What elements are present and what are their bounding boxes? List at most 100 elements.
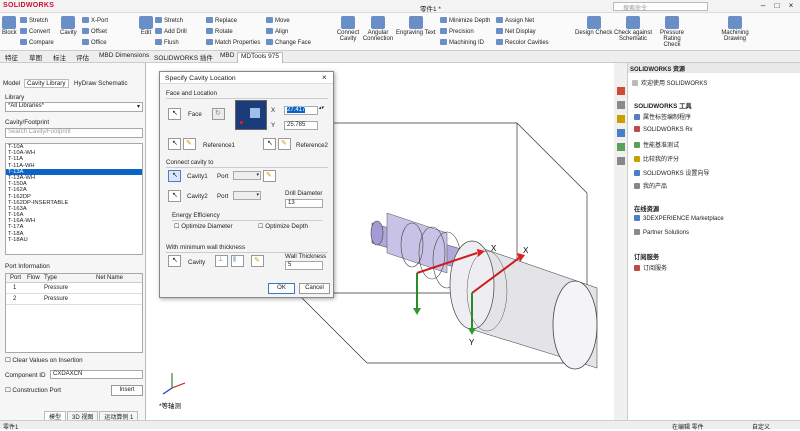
recolor-cavities-button[interactable]: Recolor Cavities bbox=[496, 39, 549, 46]
precision-button[interactable]: Precision bbox=[440, 28, 474, 35]
tab-mbd[interactable]: MBD bbox=[217, 52, 237, 59]
optimize-diameter-checkbox[interactable]: ☐ Optimize Diameter bbox=[174, 223, 233, 230]
port1-select[interactable]: ▾ bbox=[233, 171, 261, 180]
component-id-input[interactable]: CXDAXCN bbox=[50, 370, 143, 379]
check-schematic-button[interactable]: Check against Schematic bbox=[613, 16, 653, 42]
reference1-select-button[interactable]: ↖ bbox=[168, 138, 181, 150]
connect-cavity-button[interactable]: Connect Cavity bbox=[335, 16, 361, 42]
xport-button[interactable]: X-Port bbox=[82, 17, 108, 24]
welcome-link[interactable]: 欢迎使用 SOLIDWORKS bbox=[632, 78, 707, 87]
close-icon[interactable]: × bbox=[322, 73, 327, 82]
tab-evaluate[interactable]: 评估 bbox=[73, 52, 92, 62]
tab-addins[interactable]: SOLIDWORKS 插件 bbox=[151, 52, 216, 62]
cavity-button[interactable]: Cavity bbox=[60, 16, 77, 36]
drill-diameter-input[interactable]: 13 bbox=[285, 199, 323, 208]
match-properties-button[interactable]: Match Properties bbox=[206, 39, 260, 46]
stretch-button[interactable]: Stretch bbox=[20, 17, 48, 24]
change-face-button[interactable]: Change Face bbox=[266, 39, 311, 46]
command-search-input[interactable]: 搜索命令 bbox=[613, 2, 708, 12]
tool-link[interactable]: 属性标签编制程序 bbox=[634, 112, 691, 121]
move-button[interactable]: Move bbox=[266, 17, 290, 24]
reference1-pin-button[interactable]: ✎ bbox=[183, 138, 196, 150]
pressure-rating-button[interactable]: Pressure Rating Check bbox=[654, 16, 690, 48]
tool-link[interactable]: 比较我的评分 bbox=[634, 154, 679, 163]
table-row-type[interactable]: Pressure bbox=[44, 296, 68, 302]
tab-mdtools[interactable]: MDTools 975 bbox=[237, 52, 283, 63]
maximize-icon[interactable]: □ bbox=[770, 1, 784, 10]
face-select-button[interactable]: ↖ bbox=[168, 108, 181, 120]
tab-features[interactable]: 特征 bbox=[2, 52, 21, 62]
subtab-model[interactable]: Model bbox=[3, 80, 20, 87]
col-flow: Flow bbox=[27, 275, 40, 281]
cancel-button[interactable]: Cancel bbox=[299, 283, 330, 294]
status-custom[interactable]: 自定义 bbox=[752, 422, 770, 431]
port2-select[interactable]: ▾ bbox=[233, 191, 261, 200]
cavity1-pin-button[interactable]: ✎ bbox=[263, 170, 276, 182]
tool-link[interactable]: 我的产品 bbox=[634, 181, 667, 190]
offset-button[interactable]: Offset bbox=[82, 28, 107, 35]
online-link[interactable]: 3DEXPERIENCE Marketplace bbox=[634, 215, 724, 222]
reference2-select-button[interactable]: ↖ bbox=[263, 138, 276, 150]
file-explorer-icon[interactable] bbox=[617, 115, 625, 123]
x-spinner[interactable]: ▴▾ bbox=[319, 105, 324, 111]
tab-sketch[interactable]: 草图 bbox=[26, 52, 45, 62]
compare-button[interactable]: Compare bbox=[20, 39, 54, 46]
col-net-name: Net Name bbox=[96, 275, 124, 281]
wall-option2-button[interactable]: ⫼ bbox=[231, 255, 244, 267]
machining-id-button[interactable]: Machining ID bbox=[440, 39, 484, 46]
library-select[interactable]: *All Libraries* ▾ bbox=[5, 102, 143, 112]
tool-link[interactable]: SOLIDWORKS Rx bbox=[634, 126, 693, 133]
subscription-link[interactable]: 订阅服务 bbox=[634, 263, 667, 272]
wall-cavity-select-button[interactable]: ↖ bbox=[168, 255, 181, 267]
replace-button[interactable]: Replace bbox=[206, 17, 237, 24]
cavity-search-input[interactable]: Search Cavity/Footprint bbox=[5, 128, 143, 138]
office-button[interactable]: Office bbox=[82, 39, 107, 46]
machining-drawing-button[interactable]: Machining Drawing bbox=[718, 16, 752, 42]
subtab-cavity-library[interactable]: Cavity Library bbox=[24, 79, 69, 88]
minimize-icon[interactable]: – bbox=[756, 1, 770, 10]
assign-net-button[interactable]: Assign Net bbox=[496, 17, 534, 24]
engraving-text-button[interactable]: Engraving Text bbox=[396, 16, 436, 36]
design-check-button[interactable]: Design Check bbox=[575, 16, 612, 36]
home-icon[interactable] bbox=[617, 87, 625, 95]
refresh-button[interactable]: ↻ bbox=[212, 108, 225, 120]
wall-option1-button[interactable]: ⊥ bbox=[215, 255, 228, 267]
net-display-button[interactable]: Net Display bbox=[496, 28, 536, 35]
subtab-hydraw-schematic[interactable]: HyDraw Schematic bbox=[74, 80, 128, 87]
x-input[interactable]: 27.417 bbox=[284, 106, 318, 115]
design-library-icon[interactable] bbox=[617, 101, 625, 109]
tool-link[interactable]: SOLIDWORKS 设置向导 bbox=[634, 168, 709, 177]
wall-thickness-input[interactable]: 5 bbox=[285, 261, 323, 270]
list-item[interactable]: T-18AU bbox=[6, 237, 142, 243]
reference2-pin-button[interactable]: ✎ bbox=[278, 138, 291, 150]
convert-button[interactable]: Convert bbox=[20, 28, 50, 35]
y-input[interactable]: 25.785 bbox=[284, 121, 318, 130]
align-button[interactable]: Align bbox=[266, 28, 288, 35]
cavity2-select-button[interactable]: ↖ bbox=[168, 190, 181, 202]
tool-link[interactable]: 性能基准测试 bbox=[634, 140, 679, 149]
angular-connection-button[interactable]: Angular Connection bbox=[362, 16, 394, 42]
custom-properties-icon[interactable] bbox=[617, 157, 625, 165]
tab-mbd-dimensions[interactable]: MBD Dimensions bbox=[96, 52, 152, 59]
block-button[interactable]: Block bbox=[2, 16, 17, 36]
minimize-depth-button[interactable]: Minimize Depth bbox=[440, 17, 490, 24]
online-link[interactable]: Partner Solutions bbox=[634, 229, 689, 236]
cavity1-select-button[interactable]: ↖ bbox=[168, 170, 181, 182]
wall-pin-button[interactable]: ✎ bbox=[251, 255, 264, 267]
flush-button[interactable]: Flush bbox=[155, 39, 179, 46]
cavity-list[interactable]: T-10A T-10A-WH T-11A T-11A-WH T-13A T-13A-WH T… bbox=[5, 143, 143, 255]
close-icon[interactable]: × bbox=[784, 1, 798, 10]
table-row-type[interactable]: Pressure bbox=[44, 285, 68, 291]
ok-button[interactable]: OK bbox=[268, 283, 295, 294]
optimize-depth-checkbox[interactable]: ☐ Optimize Depth bbox=[258, 223, 308, 230]
clear-values-checkbox[interactable]: ☐ Clear Values on Insertion bbox=[5, 357, 83, 364]
view-palette-icon[interactable] bbox=[617, 129, 625, 137]
insert-button[interactable]: Insert bbox=[111, 385, 143, 396]
construction-port-checkbox[interactable]: ☐ Construction Port bbox=[5, 387, 61, 394]
add-drill-button[interactable]: Add Drill bbox=[155, 28, 187, 35]
appearances-icon[interactable] bbox=[617, 143, 625, 151]
stretch2-button[interactable]: Stretch bbox=[155, 17, 183, 24]
edit-button[interactable]: Edit bbox=[139, 16, 153, 36]
rotate-button[interactable]: Rotate bbox=[206, 28, 233, 35]
tab-markup[interactable]: 标注 bbox=[50, 52, 69, 62]
